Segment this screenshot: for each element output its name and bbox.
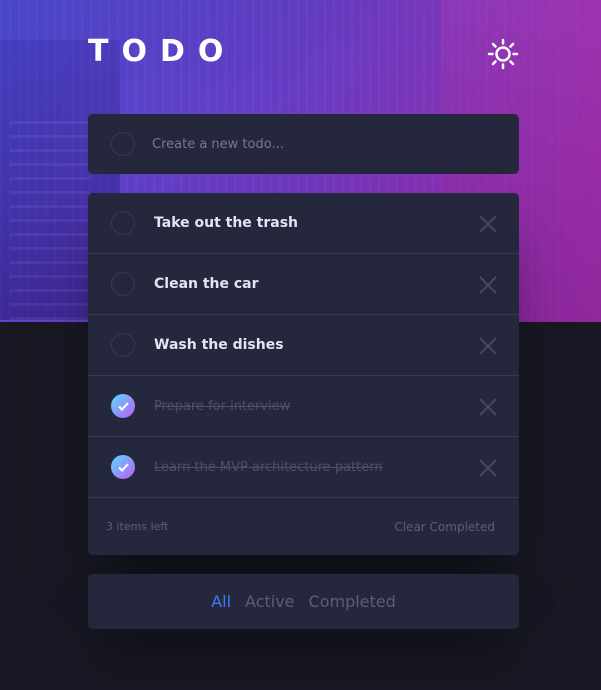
todo-item: Take out the trash: [88, 193, 519, 254]
todo-item-completed: Prepare for interview: [88, 376, 519, 437]
new-todo-bar: [88, 114, 519, 174]
app-header: TODO: [88, 34, 519, 74]
todo-checkbox[interactable]: [111, 211, 135, 235]
todo-label[interactable]: Wash the dishes: [154, 337, 284, 353]
todo-item: Wash the dishes: [88, 315, 519, 376]
theme-toggle-button[interactable]: [487, 38, 519, 70]
todo-checkbox-checked[interactable]: [111, 394, 135, 418]
clear-completed-button[interactable]: Clear Completed: [394, 520, 495, 534]
todo-label[interactable]: Prepare for interview: [154, 399, 290, 414]
todo-label[interactable]: Learn the MVP architecture pattern: [154, 460, 383, 475]
new-todo-checkbox[interactable]: [111, 132, 135, 156]
todo-checkbox[interactable]: [111, 333, 135, 357]
todo-item: Clean the car: [88, 254, 519, 315]
new-todo-input[interactable]: [152, 136, 492, 152]
background-shade: [10, 120, 90, 320]
cross-icon[interactable]: [479, 459, 497, 477]
app-title: TODO: [88, 34, 237, 69]
filter-all[interactable]: All: [211, 592, 231, 611]
check-icon: [117, 401, 129, 411]
cross-icon[interactable]: [479, 398, 497, 416]
filter-active[interactable]: Active: [245, 592, 295, 611]
todo-item-completed: Learn the MVP architecture pattern: [88, 437, 519, 498]
todo-list-footer: 3 items left Clear Completed: [88, 498, 519, 555]
sun-icon: [487, 38, 519, 70]
items-left-count: 3 items left: [106, 520, 169, 533]
todo-checkbox[interactable]: [111, 272, 135, 296]
todo-label[interactable]: Clean the car: [154, 276, 259, 292]
todo-list: Take out the trash Clean the car Wash th…: [88, 193, 519, 555]
cross-icon[interactable]: [479, 276, 497, 294]
filter-bar: All Active Completed: [88, 574, 519, 629]
filter-completed[interactable]: Completed: [309, 592, 396, 611]
cross-icon[interactable]: [479, 215, 497, 233]
todo-checkbox-checked[interactable]: [111, 455, 135, 479]
todo-label[interactable]: Take out the trash: [154, 215, 298, 231]
check-icon: [117, 462, 129, 472]
cross-icon[interactable]: [479, 337, 497, 355]
